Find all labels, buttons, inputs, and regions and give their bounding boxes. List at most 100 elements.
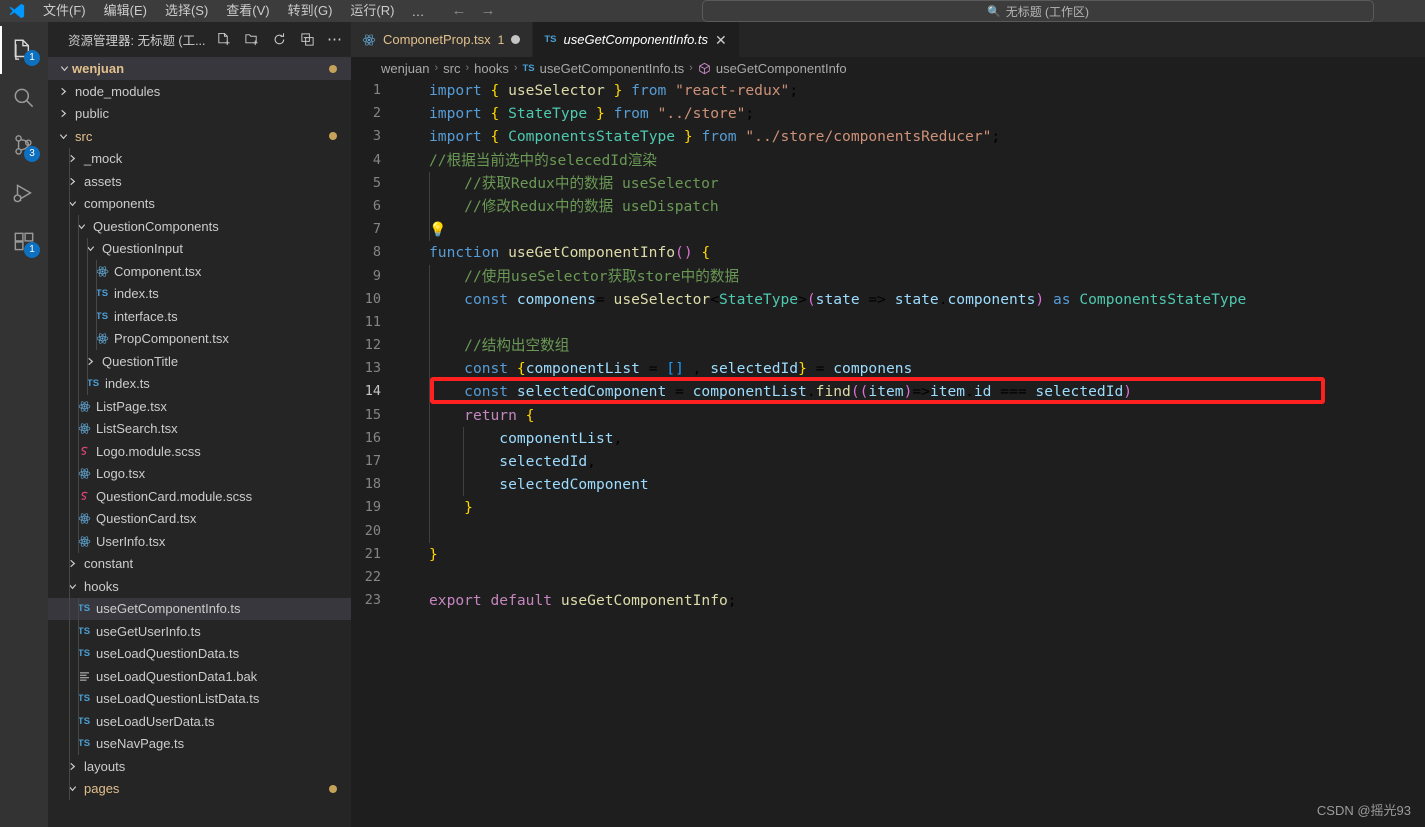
new-file-icon[interactable] xyxy=(213,30,233,50)
code-text[interactable]: import { ComponentsStateType } from "../… xyxy=(403,125,1000,148)
code-line[interactable]: 1 import { useSelector } from "react-redu… xyxy=(351,79,1425,102)
tree-folder-row[interactable]: QuestionComponents xyxy=(48,215,351,238)
menu-file[interactable]: 文件(F) xyxy=(34,0,95,22)
code-line[interactable]: 18 selectedComponent xyxy=(351,473,1425,497)
code-text[interactable]: componentList, xyxy=(403,427,622,450)
code-text[interactable]: //使用useSelector获取store中的数据 xyxy=(403,265,739,288)
code-line[interactable]: 13 const {componentList = [] , selectedI… xyxy=(351,357,1425,381)
tab-ComponetProp-tsx[interactable]: ComponetProp.tsx 1 xyxy=(351,22,534,57)
code-line[interactable]: 4 //根据当前选中的selecedId渲染 xyxy=(351,149,1425,172)
tree-file-row[interactable]: ListSearch.tsx xyxy=(48,417,351,440)
activity-item-run-debug[interactable] xyxy=(0,170,48,218)
tree-file-row[interactable]: TS useNavPage.ts xyxy=(48,732,351,755)
code-text[interactable]: function useGetComponentInfo() { xyxy=(403,241,710,264)
chevron-right-icon[interactable] xyxy=(65,153,79,164)
code-text[interactable]: import { StateType } from "../store"; xyxy=(403,102,754,125)
tree-file-row[interactable]: Logo.module.scss xyxy=(48,440,351,463)
tree-file-row[interactable]: TS index.ts xyxy=(48,282,351,305)
new-folder-icon[interactable] xyxy=(241,30,261,50)
tree-file-row[interactable]: TS index.ts xyxy=(48,372,351,395)
chevron-right-icon[interactable] xyxy=(56,86,70,97)
chevron-right-icon[interactable] xyxy=(65,176,79,187)
code-lines[interactable]: 1 import { useSelector } from "react-redu… xyxy=(351,79,1425,612)
tree-file-row[interactable]: ListPage.tsx xyxy=(48,395,351,418)
code-text[interactable] xyxy=(403,311,429,334)
code-line[interactable]: 9 //使用useSelector获取store中的数据 xyxy=(351,264,1425,288)
explorer-root-folder[interactable]: wenjuan xyxy=(48,57,351,80)
code-text[interactable]: //修改Redux中的数据 useDispatch xyxy=(403,195,719,218)
activity-item-extensions[interactable]: 1 xyxy=(0,218,48,266)
code-line[interactable]: 7 💡 xyxy=(351,218,1425,242)
tree-file-row[interactable]: QuestionCard.tsx xyxy=(48,507,351,530)
activity-item-source-control[interactable]: 3 xyxy=(0,122,48,170)
tree-file-row[interactable]: Component.tsx xyxy=(48,260,351,283)
tree-file-row[interactable]: useLoadQuestionData1.bak xyxy=(48,665,351,688)
code-text[interactable]: 💡 xyxy=(403,218,446,241)
tree-folder-row[interactable]: assets xyxy=(48,170,351,193)
menu-view[interactable]: 查看(V) xyxy=(217,0,278,22)
code-line[interactable]: 10 const componens= useSelector<StateTyp… xyxy=(351,287,1425,311)
tree-file-row[interactable]: TS useGetUserInfo.ts xyxy=(48,620,351,643)
code-text[interactable]: } xyxy=(403,543,438,566)
chevron-down-icon[interactable] xyxy=(65,198,79,209)
code-text[interactable]: //获取Redux中的数据 useSelector xyxy=(403,172,719,195)
tree-file-row[interactable]: UserInfo.tsx xyxy=(48,530,351,553)
file-tree[interactable]: node_modules public src _mock assets componen… xyxy=(48,80,351,800)
breadcrumb-item-wenjuan[interactable]: wenjuan xyxy=(381,61,429,76)
tree-file-row[interactable]: PropComponent.tsx xyxy=(48,327,351,350)
code-line[interactable]: 8 function useGetComponentInfo() { xyxy=(351,241,1425,264)
tree-file-row[interactable]: TS useGetComponentInfo.ts xyxy=(48,597,351,620)
code-text[interactable]: import { useSelector } from "react-redux… xyxy=(403,79,798,102)
code-text[interactable]: //根据当前选中的selecedId渲染 xyxy=(403,149,657,172)
tree-file-row[interactable]: TS useLoadQuestionListData.ts xyxy=(48,687,351,710)
tree-file-row[interactable]: QuestionCard.module.scss xyxy=(48,485,351,508)
breadcrumb-item-file[interactable]: useGetComponentInfo.ts xyxy=(540,61,685,76)
collapse-all-icon[interactable] xyxy=(297,30,317,50)
code-line[interactable]: 15 return { xyxy=(351,403,1425,427)
tree-folder-row[interactable]: layouts xyxy=(48,755,351,778)
quick-search-input[interactable]: 🔍 无标题 (工作区) xyxy=(702,0,1374,22)
chevron-down-icon[interactable] xyxy=(74,221,88,232)
tree-folder-row[interactable]: _mock xyxy=(48,147,351,170)
go-back-icon[interactable]: ← xyxy=(451,0,466,22)
chevron-down-icon[interactable] xyxy=(83,243,97,254)
menu-run[interactable]: 运行(R) xyxy=(341,0,403,22)
chevron-down-icon[interactable] xyxy=(65,581,79,592)
menu-selection[interactable]: 选择(S) xyxy=(156,0,217,22)
tree-folder-row[interactable]: QuestionInput xyxy=(48,237,351,260)
code-line[interactable]: 19 } xyxy=(351,496,1425,520)
breadcrumb-item-symbol[interactable]: useGetComponentInfo xyxy=(716,61,847,76)
tree-folder-row[interactable]: hooks xyxy=(48,575,351,598)
tree-file-row[interactable]: TS useLoadQuestionData.ts xyxy=(48,642,351,665)
tree-folder-row[interactable]: components xyxy=(48,192,351,215)
code-text[interactable]: const componens= useSelector<StateType>(… xyxy=(403,288,1246,311)
activity-item-explorer[interactable]: 1 xyxy=(0,26,48,74)
code-text[interactable]: selectedComponent xyxy=(403,473,648,496)
code-text[interactable] xyxy=(403,520,429,543)
breadcrumb-item-src[interactable]: src xyxy=(443,61,460,76)
code-line[interactable]: 23 export default useGetComponentInfo; xyxy=(351,589,1425,612)
chevron-right-icon[interactable] xyxy=(56,108,70,119)
code-text[interactable]: selectedId, xyxy=(403,450,596,473)
code-line[interactable]: 11 xyxy=(351,310,1425,335)
code-line[interactable]: 20 xyxy=(351,519,1425,543)
tree-file-row[interactable]: TS interface.ts xyxy=(48,305,351,328)
code-text[interactable]: } xyxy=(403,496,473,519)
activity-item-search[interactable] xyxy=(0,74,48,122)
tree-file-row[interactable]: Logo.tsx xyxy=(48,462,351,485)
code-line[interactable]: 22 xyxy=(351,566,1425,589)
code-text[interactable]: //结构出空数组 xyxy=(403,334,569,357)
chevron-right-icon[interactable] xyxy=(65,761,79,772)
tree-folder-row[interactable]: constant xyxy=(48,552,351,575)
tree-folder-row[interactable]: pages xyxy=(48,777,351,800)
code-line[interactable]: 3 import { ComponentsStateType } from "..… xyxy=(351,125,1425,148)
code-editor[interactable]: 1 import { useSelector } from "react-redu… xyxy=(351,79,1425,827)
tree-file-row[interactable]: TS useLoadUserData.ts xyxy=(48,710,351,733)
menu-edit[interactable]: 编辑(E) xyxy=(95,0,156,22)
code-text[interactable]: const selectedComponent = componentList.… xyxy=(403,380,1132,403)
tree-folder-row[interactable]: QuestionTitle xyxy=(48,350,351,373)
code-line[interactable]: 21} xyxy=(351,543,1425,566)
chevron-right-icon[interactable] xyxy=(65,558,79,569)
tree-folder-row[interactable]: src xyxy=(48,125,351,148)
more-actions-icon[interactable]: ⋯ xyxy=(325,30,345,50)
